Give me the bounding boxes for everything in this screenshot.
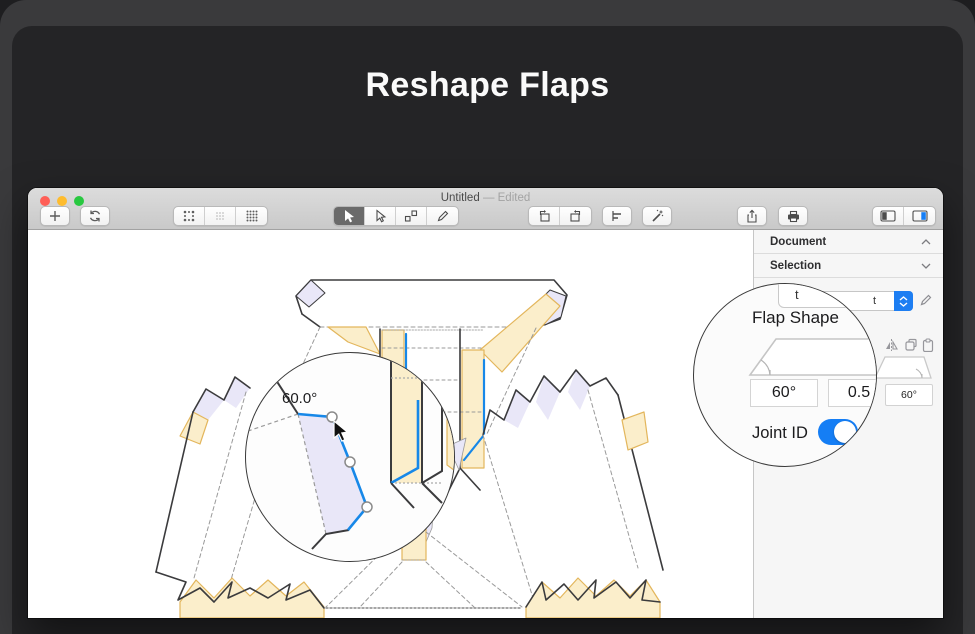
direct-select-tool-button[interactable] <box>365 207 396 225</box>
grid-dense-button[interactable] <box>236 207 267 225</box>
angle-readout: 60.0° <box>282 390 317 407</box>
print-button[interactable] <box>778 206 808 226</box>
rotate-right-button[interactable] <box>560 207 591 225</box>
flap-shape-preview-large <box>746 334 877 379</box>
refresh-button[interactable] <box>80 206 110 226</box>
grid-sparse-button[interactable] <box>174 207 205 225</box>
stage: Reshape Flaps Untitled — Edited <box>0 0 975 634</box>
design-canvas[interactable]: 60.0° <box>28 230 753 618</box>
vertex-handle[interactable] <box>362 502 372 512</box>
pencil-tool-button[interactable] <box>427 207 458 225</box>
copy-icon[interactable] <box>904 338 918 352</box>
cursor-filled-icon <box>342 209 356 223</box>
section-selection-label: Selection <box>770 260 821 272</box>
nodes-tool-button[interactable] <box>396 207 427 225</box>
vertex-handle[interactable] <box>327 412 337 422</box>
page-title: Reshape Flaps <box>0 66 975 105</box>
magic-wand-icon <box>650 209 664 223</box>
rotate-right-icon <box>569 209 583 223</box>
print-icon <box>786 209 801 223</box>
grid-mini-button[interactable] <box>205 207 236 225</box>
canvas-magnifier-lens: 60.0° <box>245 352 455 562</box>
chevron-up-icon <box>921 239 931 245</box>
magnified-flap-detail: 60.0° <box>246 353 455 562</box>
toggle-right-panel-button[interactable] <box>904 207 935 225</box>
flap-shape-heading: Flap Shape <box>752 308 839 328</box>
joint-id-toggle[interactable] <box>818 419 858 445</box>
grid-sparse-icon <box>182 209 196 223</box>
flap-angle-field[interactable]: 60° <box>750 379 818 407</box>
toggle-knob <box>834 421 856 443</box>
app-window: Untitled — Edited <box>28 188 943 618</box>
flap-angle-field-small[interactable]: 60° <box>885 384 933 406</box>
window-chrome: Untitled — Edited <box>28 188 943 230</box>
toggle-left-panel-button[interactable] <box>873 207 904 225</box>
joint-id-label: Joint ID <box>752 424 808 443</box>
magic-wand-button[interactable] <box>642 206 672 226</box>
flap-inset-field[interactable]: 0.5 <box>828 379 877 407</box>
share-button[interactable] <box>737 206 767 226</box>
tool-segment <box>333 206 459 226</box>
stepper-icon <box>894 291 913 311</box>
panel-magnifier-lens: t Flap Shape 60° 0.5 Joint ID <box>693 283 877 467</box>
add-button[interactable] <box>40 206 70 226</box>
align-button[interactable] <box>602 206 632 226</box>
share-icon <box>745 209 759 223</box>
section-document-label: Document <box>770 236 826 248</box>
magnified-preset-popup: t <box>778 283 877 308</box>
align-edges-icon <box>610 209 624 223</box>
section-document[interactable]: Document <box>754 230 943 254</box>
panel-left-icon <box>880 210 896 222</box>
rotate-left-icon <box>537 209 551 223</box>
section-selection[interactable]: Selection <box>754 254 943 278</box>
cursor-outline-icon <box>373 209 387 223</box>
refresh-icon <box>88 209 102 223</box>
panel-right-icon <box>912 210 928 222</box>
flap-shape-preview-small <box>872 351 934 381</box>
rotate-left-button[interactable] <box>529 207 560 225</box>
panel-toggle-segment <box>872 206 936 226</box>
grid-dense-icon <box>245 209 259 223</box>
flip-horizontal-icon[interactable] <box>884 338 899 352</box>
grid-mode-segment <box>173 206 268 226</box>
vertex-handle[interactable] <box>345 457 355 467</box>
chevron-down-icon <box>921 263 931 269</box>
window-title: Untitled — Edited <box>28 192 943 204</box>
document-title: Untitled <box>441 192 480 204</box>
pencil-icon <box>436 209 450 223</box>
edit-pencil-icon[interactable] <box>919 293 933 307</box>
clipboard-icon[interactable] <box>922 338 934 352</box>
nodes-icon <box>404 209 418 223</box>
add-icon <box>48 209 62 223</box>
rotate-segment <box>528 206 592 226</box>
grid-mini-icon <box>213 209 227 223</box>
select-tool-button[interactable] <box>334 207 365 225</box>
